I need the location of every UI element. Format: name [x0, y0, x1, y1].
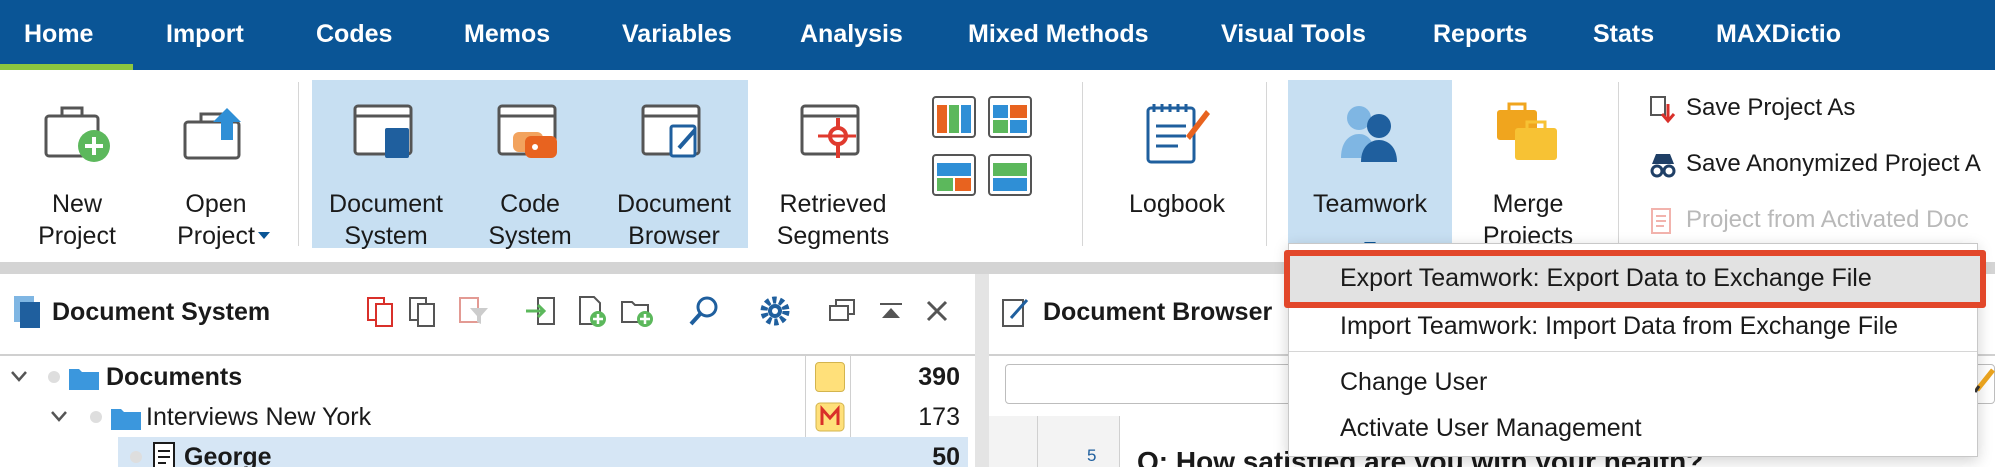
import-icon[interactable] — [524, 294, 558, 328]
document-system-button[interactable]: Document System — [316, 80, 456, 250]
ribbon-divider — [1618, 82, 1619, 246]
tree-row-documents[interactable]: Documents 390 — [0, 357, 968, 397]
document-browser-icon — [641, 104, 701, 158]
filter-icon[interactable] — [456, 294, 490, 328]
document-system-label: Document System — [329, 190, 443, 250]
chevron-down-icon[interactable] — [50, 409, 68, 423]
pane-splitter[interactable] — [975, 274, 989, 467]
tab-reports[interactable]: Reports — [1433, 0, 1527, 70]
retrieved-segments-icon — [800, 104, 860, 158]
tab-stats[interactable]: Stats — [1593, 0, 1654, 70]
chevron-down-icon[interactable] — [10, 369, 28, 383]
menu-separator — [1289, 351, 1977, 352]
layout-icon-3[interactable] — [932, 154, 976, 196]
folder-icon — [69, 369, 99, 390]
teamwork-button[interactable]: Teamwork — [1288, 80, 1452, 249]
status-dot — [130, 451, 142, 463]
menu-item-change-user[interactable]: Change User — [1340, 368, 1487, 397]
new-project-button[interactable]: New Project — [6, 80, 148, 250]
merge-projects-button[interactable]: Merge Projects — [1460, 80, 1596, 250]
tree-label: George — [184, 443, 272, 467]
new-document-group-icon[interactable] — [620, 294, 654, 328]
incognito-icon — [1650, 154, 1676, 178]
save-project-as-icon — [1650, 96, 1676, 124]
ribbon-divider — [1266, 82, 1267, 246]
layout-icon-2[interactable] — [988, 96, 1032, 138]
chevron-down-icon — [258, 232, 270, 239]
tree-row-interviews-new-york[interactable]: Interviews New York 173 — [0, 397, 968, 437]
code-system-button[interactable]: Code System — [460, 80, 600, 250]
layout-icon-1[interactable] — [932, 96, 976, 138]
tab-maxdictio[interactable]: MAXDictio — [1716, 0, 1841, 70]
new-document-icon[interactable] — [574, 294, 608, 328]
project-from-documents-icon — [1651, 208, 1671, 234]
open-project-button[interactable]: Open Project — [150, 80, 282, 250]
coded-count: 173 — [918, 403, 960, 431]
document-system-pane: Document System Documents 390 Interviews… — [0, 274, 975, 467]
tab-home[interactable]: Home — [24, 0, 93, 70]
tree-label: Documents — [106, 363, 243, 391]
tree-row-george[interactable]: George 50 — [118, 437, 968, 467]
pane-header-divider — [0, 354, 975, 356]
tab-memos[interactable]: Memos — [464, 0, 550, 70]
pane-title: Document Browser — [1043, 298, 1273, 326]
ribbon: New Project Open Project Document System — [0, 70, 1995, 262]
pen-icon[interactable] — [1975, 364, 1995, 394]
document-browser-label: Document Browser — [617, 190, 731, 250]
document-system-icon — [14, 296, 40, 328]
save-project-as-label: Save Project As — [1686, 94, 1856, 121]
new-project-label: New Project — [38, 190, 116, 250]
tab-visual-tools[interactable]: Visual Tools — [1221, 0, 1366, 70]
logbook-button[interactable]: Logbook — [1110, 80, 1244, 248]
copy-documents-icon[interactable] — [364, 294, 398, 328]
layout-icon-4[interactable] — [988, 154, 1032, 196]
document-browser-button[interactable]: Document Browser — [604, 80, 744, 250]
tab-analysis[interactable]: Analysis — [800, 0, 903, 70]
open-project-label: Open Project — [177, 190, 255, 250]
coded-count: 390 — [918, 363, 960, 391]
menu-bar: Home Import Codes Memos Variables Analys… — [0, 0, 1995, 71]
tab-mixed-methods[interactable]: Mixed Methods — [968, 0, 1149, 70]
project-from-activated-label: Project from Activated Doc — [1686, 206, 1969, 233]
tab-codes[interactable]: Codes — [316, 0, 392, 70]
document-browser-icon — [1002, 299, 1029, 327]
gear-icon[interactable] — [758, 294, 792, 328]
tab-variables[interactable]: Variables — [622, 0, 732, 70]
merge-projects-icon — [1497, 102, 1557, 160]
new-project-icon — [44, 106, 110, 162]
undock-icon[interactable] — [826, 294, 860, 328]
code-system-label: Code System — [488, 190, 572, 250]
status-dot — [90, 411, 102, 423]
text-document-icon — [153, 442, 175, 467]
menu-item-import-teamwork[interactable]: Import Teamwork: Import Data from Exchan… — [1340, 312, 1898, 341]
status-dot — [48, 371, 60, 383]
column-divider — [1119, 416, 1120, 467]
close-icon[interactable] — [920, 294, 954, 328]
teamwork-icon — [1341, 106, 1397, 162]
column-divider — [1037, 416, 1038, 467]
open-project-icon — [183, 108, 241, 160]
duplicate-icon[interactable] — [406, 294, 440, 328]
retrieved-segments-label: Retrieved Segments — [776, 190, 890, 250]
menu-item-export-teamwork[interactable]: Export Teamwork: Export Data to Exchange… — [1340, 264, 1872, 293]
logbook-label: Logbook — [1129, 190, 1225, 218]
tab-import[interactable]: Import — [166, 0, 244, 70]
document-system-icon — [353, 104, 413, 158]
ribbon-divider — [298, 82, 299, 246]
coded-count: 50 — [932, 443, 960, 467]
save-anonymized-label: Save Anonymized Project A — [1686, 150, 1981, 177]
paragraph-number: 5 — [1087, 446, 1097, 465]
menu-item-activate-user-management[interactable]: Activate User Management — [1340, 414, 1642, 443]
coding-stripe-area — [989, 416, 1119, 467]
code-system-icon — [497, 104, 557, 158]
search-icon[interactable] — [688, 294, 722, 328]
teamwork-label: Teamwork — [1313, 190, 1427, 218]
retrieved-segments-button[interactable]: Retrieved Segments — [762, 80, 904, 250]
folder-icon — [111, 409, 141, 430]
pane-title: Document System — [52, 298, 271, 326]
collapse-icon[interactable] — [874, 294, 908, 328]
tree-label: Interviews New York — [146, 403, 372, 431]
ribbon-divider — [1082, 82, 1083, 246]
logbook-icon — [1146, 104, 1210, 164]
